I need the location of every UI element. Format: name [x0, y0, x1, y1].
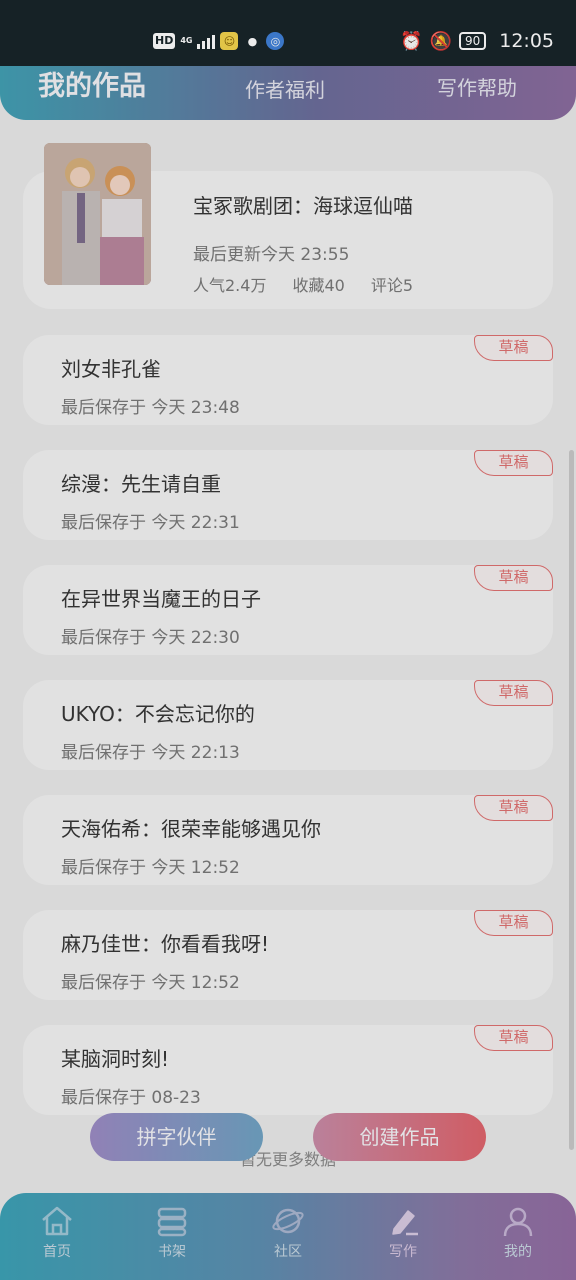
draft-badge: 草稿 — [474, 680, 553, 706]
published-work-title[interactable]: 宝冢歌剧团：海球逗仙喵 — [193, 190, 413, 219]
status-right-icons: ⏰ 🔕 90 12:05 — [400, 30, 554, 52]
tab-home[interactable]: 首页 — [22, 1205, 92, 1261]
draft-badge: 草稿 — [474, 450, 553, 476]
draft-saved-time: 最后保存于 今天 22:31 — [61, 513, 240, 533]
draft-badge: 草稿 — [474, 565, 553, 591]
tab-write[interactable]: 写作 — [368, 1205, 438, 1261]
draft-card[interactable]: 综漫：先生请自重 最后保存于 今天 22:31 草稿 — [23, 450, 553, 540]
draft-card[interactable]: 刘女非孔雀 最后保存于 今天 23:48 草稿 — [23, 335, 553, 425]
draft-badge: 草稿 — [474, 795, 553, 821]
pen-icon — [392, 1210, 418, 1236]
clock: 12:05 — [499, 30, 554, 52]
draft-badge: 草稿 — [474, 910, 553, 936]
tab-writing-help[interactable]: 写作帮助 — [437, 72, 517, 101]
published-work-stats: 人气2.4万 收藏40 评论5 — [193, 272, 413, 296]
mute-icon: 🔕 — [429, 30, 452, 52]
hd-badge: HD — [153, 33, 176, 49]
create-work-button[interactable]: 创建作品 — [313, 1113, 486, 1161]
home-icon — [42, 1206, 72, 1236]
draft-title: 在异世界当魔王的日子 — [61, 587, 261, 611]
draft-saved-time: 最后保存于 今天 12:52 — [61, 858, 240, 878]
browser-notification-icon: ◎ — [266, 32, 285, 50]
chat-notification-icon: ● — [247, 34, 258, 48]
signal-icon — [197, 33, 216, 49]
partner-button[interactable]: 拼字伙伴 — [90, 1113, 263, 1161]
draft-badge: 草稿 — [474, 1025, 553, 1051]
draft-saved-time: 最后保存于 今天 23:48 — [61, 398, 240, 418]
network-type: 4G — [180, 36, 193, 45]
draft-title: UKYO：不会忘记你的 — [61, 702, 255, 726]
tab-community[interactable]: 社区 — [253, 1205, 323, 1261]
planet-icon — [272, 1208, 304, 1234]
bookshelf-icon — [157, 1207, 187, 1237]
draft-card[interactable]: UKYO：不会忘记你的 最后保存于 今天 22:13 草稿 — [23, 680, 553, 770]
user-icon — [503, 1207, 533, 1237]
draft-saved-time: 最后保存于 今天 22:13 — [61, 743, 240, 763]
app-notification-icon: ☺ — [220, 32, 239, 50]
draft-title: 综漫：先生请自重 — [61, 472, 221, 496]
tab-home-label: 首页 — [43, 1244, 71, 1260]
popularity-stat: 人气2.4万 — [193, 276, 267, 295]
draft-title: 天海佑希：很荣幸能够遇见你 — [61, 817, 321, 841]
status-bar: HD 4G ☺ ● ◎ ⏰ 🔕 90 12:05 — [0, 0, 576, 66]
tab-bookshelf[interactable]: 书架 — [137, 1205, 207, 1261]
tab-community-label: 社区 — [274, 1244, 302, 1260]
tab-author-benefits[interactable]: 作者福利 — [245, 74, 325, 103]
tab-my-works[interactable]: 我的作品 — [38, 64, 146, 103]
draft-badge: 草稿 — [474, 335, 553, 361]
comments-stat: 评论5 — [370, 276, 414, 295]
draft-title: 某脑洞时刻! — [61, 1047, 170, 1071]
draft-card[interactable]: 在异世界当魔王的日子 最后保存于 今天 22:30 草稿 — [23, 565, 553, 655]
draft-card[interactable]: 天海佑希：很荣幸能够遇见你 最后保存于 今天 12:52 草稿 — [23, 795, 553, 885]
draft-saved-time: 最后保存于 今天 12:52 — [61, 973, 240, 993]
header-tabs: 我的作品 作者福利 写作帮助 — [0, 66, 576, 120]
favorites-stat: 收藏40 — [292, 276, 345, 295]
draft-saved-time: 最后保存于 08-23 — [61, 1088, 201, 1108]
alarm-icon: ⏰ — [400, 30, 423, 52]
tab-bookshelf-label: 书架 — [158, 1244, 186, 1260]
draft-card[interactable]: 麻乃佳世：你看看我呀! 最后保存于 今天 12:52 草稿 — [23, 910, 553, 1000]
status-left-icons: HD 4G ☺ ● ◎ — [153, 32, 285, 50]
tab-write-label: 写作 — [389, 1244, 417, 1260]
tab-profile[interactable]: 我的 — [483, 1205, 553, 1261]
published-work-updated: 最后更新今天 23:55 — [193, 245, 350, 265]
draft-card[interactable]: 某脑洞时刻! 最后保存于 08-23 草稿 — [23, 1025, 553, 1115]
tab-profile-label: 我的 — [504, 1244, 532, 1260]
draft-saved-time: 最后保存于 今天 22:30 — [61, 628, 240, 648]
book-cover-image[interactable] — [44, 143, 151, 285]
scrollbar[interactable] — [569, 450, 574, 1150]
no-more-data-text: 暂无更多数据 — [239, 1150, 336, 1169]
battery-icon: 90 — [458, 32, 487, 50]
cover-illustration — [44, 143, 151, 285]
bottom-tab-bar: 首页 书架 社区 写作 我的 — [0, 1193, 576, 1280]
draft-title: 刘女非孔雀 — [61, 357, 161, 381]
draft-title: 麻乃佳世：你看看我呀! — [61, 932, 270, 956]
